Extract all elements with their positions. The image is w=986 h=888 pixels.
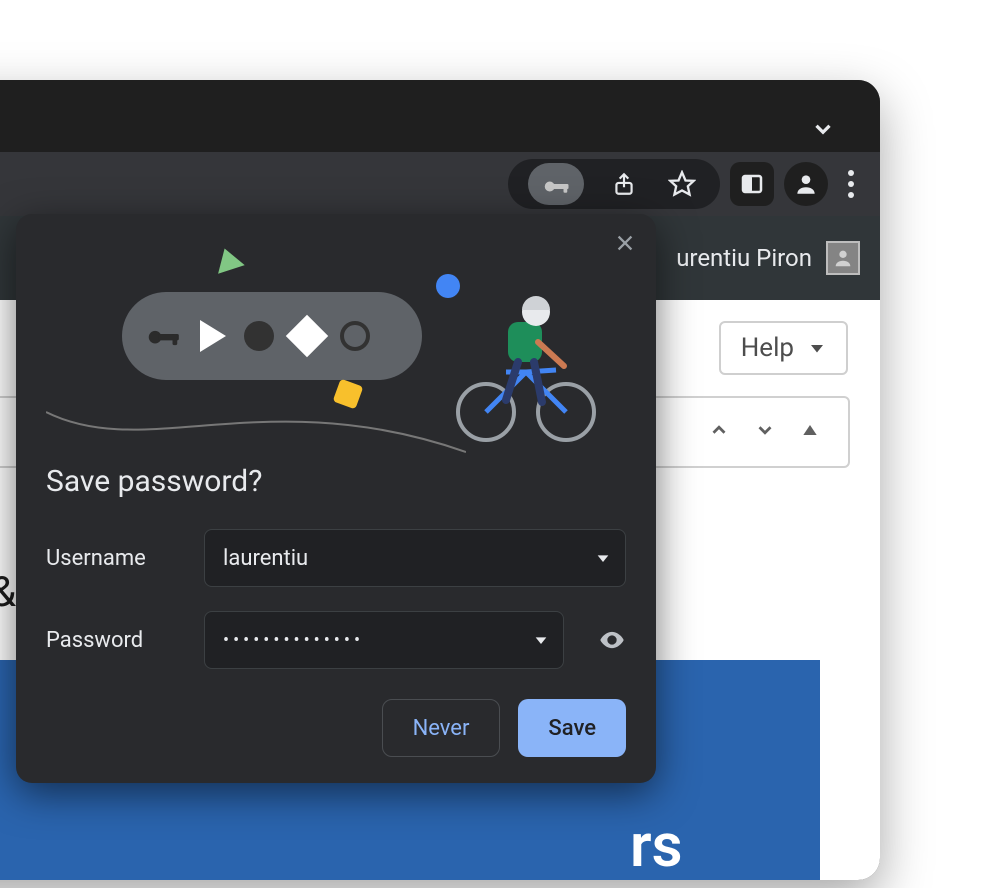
- password-value: ••••••••••••••: [223, 630, 364, 651]
- chevron-up-icon[interactable]: [708, 419, 730, 445]
- username-label: Username: [46, 546, 186, 571]
- popover-illustration: [16, 214, 656, 464]
- dropdown-icon: [533, 632, 549, 648]
- window-titlebar: [0, 80, 880, 152]
- decorative-triangle: [211, 244, 244, 274]
- site-user-name: urentiu Piron: [676, 244, 812, 272]
- browser-window: urentiu Piron Help & rs: [0, 80, 880, 880]
- decorative-wave: [46, 402, 466, 464]
- password-label: Password: [46, 628, 186, 653]
- diamond-icon: [286, 315, 328, 357]
- username-value: laurentiu: [223, 546, 308, 571]
- hero-text-fragment: rs: [630, 810, 682, 880]
- save-button[interactable]: Save: [518, 699, 626, 757]
- triangle-up-icon[interactable]: [800, 420, 820, 444]
- cyclist-illustration: [446, 292, 606, 442]
- help-button[interactable]: Help: [719, 321, 848, 375]
- profile-icon[interactable]: [784, 162, 828, 206]
- star-icon[interactable]: [664, 166, 700, 202]
- chevron-down-icon[interactable]: [754, 419, 776, 445]
- circle-icon: [244, 321, 274, 351]
- panel-icon[interactable]: [730, 162, 774, 206]
- ring-icon: [340, 321, 370, 351]
- popover-title: Save password?: [16, 464, 656, 517]
- browser-toolbar: [0, 152, 880, 216]
- username-row: Username laurentiu: [16, 517, 656, 599]
- share-icon[interactable]: [606, 166, 642, 202]
- key-icon[interactable]: [528, 163, 584, 205]
- save-password-popover: Save password? Username laurentiu Passwo…: [16, 214, 656, 783]
- never-button[interactable]: Never: [382, 699, 501, 757]
- username-field[interactable]: laurentiu: [204, 529, 626, 587]
- key-icon: [144, 315, 182, 357]
- popover-actions: Never Save: [16, 681, 656, 757]
- help-label: Help: [741, 333, 794, 363]
- chevron-down-icon[interactable]: [810, 116, 836, 146]
- password-field[interactable]: ••••••••••••••: [204, 611, 564, 669]
- play-icon: [200, 320, 226, 352]
- password-row: Password ••••••••••••••: [16, 599, 656, 681]
- password-pill-graphic: [122, 292, 422, 380]
- omnibox-actions: [508, 159, 720, 209]
- eye-icon[interactable]: [598, 626, 626, 654]
- menu-icon[interactable]: [838, 162, 864, 206]
- avatar[interactable]: [826, 241, 860, 275]
- page-text-fragment: &: [0, 568, 16, 617]
- dropdown-icon: [595, 550, 611, 566]
